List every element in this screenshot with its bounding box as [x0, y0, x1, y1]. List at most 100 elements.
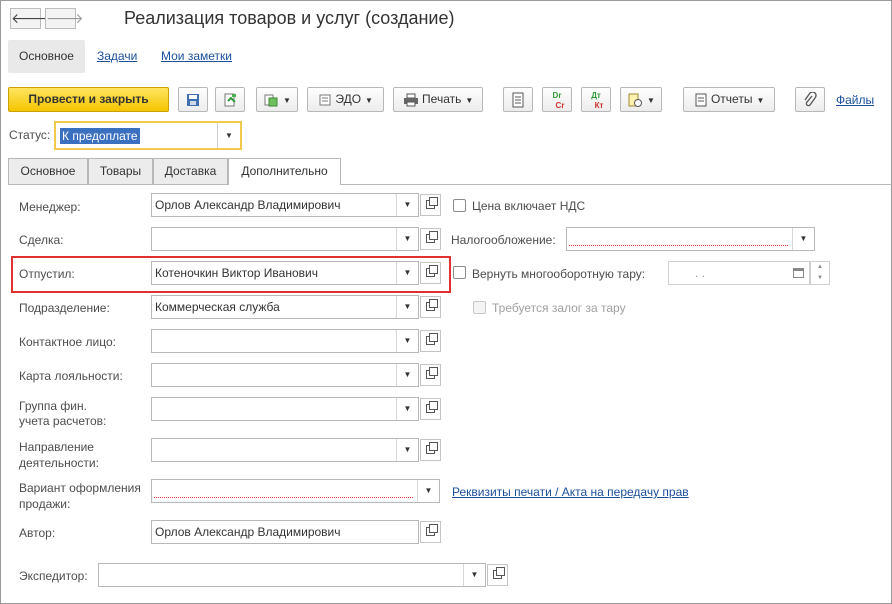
dt-kt-button[interactable]: Дт Кт: [581, 87, 611, 112]
create-based-on-icon: [264, 94, 278, 107]
chevron-down-icon: ▼: [283, 96, 291, 105]
files-link[interactable]: Файлы: [836, 93, 874, 107]
open-window-icon: [426, 299, 438, 311]
save-button[interactable]: [178, 87, 208, 112]
chevron-down-icon[interactable]: ▼: [396, 296, 418, 318]
chevron-down-icon[interactable]: ▼: [396, 194, 418, 216]
edo-menu-button[interactable]: ЭДО ▼: [307, 87, 384, 112]
deal-field[interactable]: ▼: [151, 227, 419, 251]
author-value: Орлов Александр Владимирович: [155, 525, 341, 539]
manager-label: Менеджер:: [19, 200, 81, 214]
open-window-icon: [426, 367, 438, 379]
fin-group-open-button[interactable]: [420, 398, 441, 420]
return-tare-label: Вернуть многооборотную тару:: [472, 267, 646, 281]
date-spinner[interactable]: ▲ ▼: [810, 261, 830, 285]
forwarder-label: Экспедитор:: [19, 569, 88, 583]
released-field[interactable]: Котеночкин Виктор Иванович ▼: [151, 261, 419, 285]
fin-group-field[interactable]: ▼: [151, 397, 419, 421]
spin-down-icon[interactable]: ▼: [811, 273, 829, 284]
author-label: Автор:: [19, 526, 56, 540]
loyalty-label: Карта лояльности:: [19, 369, 123, 383]
price-includes-vat-checkbox[interactable]: [453, 199, 466, 212]
chevron-down-icon[interactable]: ▼: [217, 123, 240, 148]
manager-field[interactable]: Орлов Александр Владимирович ▼: [151, 193, 419, 217]
sale-variant-field[interactable]: ▼: [151, 479, 440, 503]
status-value: К предоплате: [60, 128, 140, 144]
tab-additional[interactable]: Дополнительно: [228, 158, 341, 185]
manager-open-button[interactable]: [420, 194, 441, 216]
section-tab-tasks[interactable]: Задачи: [97, 40, 137, 73]
open-window-icon: [426, 231, 438, 243]
return-tare-checkbox[interactable]: [453, 266, 466, 279]
author-field[interactable]: Орлов Александр Владимирович: [151, 520, 419, 544]
post-and-close-button[interactable]: Провести и закрыть: [8, 87, 169, 112]
fin-group-label-line1: Группа фин.: [19, 399, 87, 413]
calendar-icon[interactable]: [787, 262, 809, 284]
return-date-field[interactable]: . .: [668, 261, 810, 285]
reports-label: Отчеты: [710, 92, 753, 106]
print-menu-button[interactable]: Печать ▼: [393, 87, 483, 112]
attach-button[interactable]: [795, 87, 825, 112]
chevron-down-icon[interactable]: ▼: [396, 364, 418, 386]
deposit-required-checkbox: [473, 301, 486, 314]
post-button[interactable]: [215, 87, 245, 112]
contact-label: Контактное лицо:: [19, 335, 116, 349]
open-window-icon: [426, 401, 438, 413]
floppy-disk-icon: [187, 93, 199, 106]
create-based-on-button[interactable]: ▼: [256, 87, 298, 112]
related-documents-icon: [628, 93, 643, 107]
loyalty-field[interactable]: ▼: [151, 363, 419, 387]
print-details-link[interactable]: Реквизиты печати / Акта на передачу прав: [452, 485, 689, 499]
contact-field[interactable]: ▼: [151, 329, 419, 353]
chevron-down-icon: ▼: [756, 96, 765, 105]
tabs-baseline: [8, 184, 892, 185]
section-tab-main[interactable]: Основное: [8, 40, 85, 73]
open-window-icon: [426, 442, 438, 454]
tab-goods[interactable]: Товары: [88, 158, 153, 184]
back-button[interactable]: 🡐: [10, 8, 49, 29]
chevron-down-icon[interactable]: ▼: [396, 228, 418, 250]
released-label: Отпустил:: [19, 267, 75, 281]
chevron-down-icon[interactable]: ▼: [396, 439, 418, 461]
chevron-down-icon: ▼: [647, 96, 655, 105]
chevron-down-icon[interactable]: ▼: [792, 228, 814, 250]
chevron-down-icon[interactable]: ▼: [417, 480, 439, 502]
chevron-down-icon[interactable]: ▼: [463, 564, 485, 586]
dr-cr-icon: Dr Cr: [552, 91, 565, 110]
arrow-left-icon: 🡐: [11, 10, 49, 26]
division-label: Подразделение:: [19, 301, 110, 315]
deal-label: Сделка:: [19, 233, 64, 247]
division-open-button[interactable]: [420, 296, 441, 318]
section-tab-notes[interactable]: Мои заметки: [161, 40, 232, 73]
status-select[interactable]: К предоплате ▼: [54, 121, 242, 150]
direction-field[interactable]: ▼: [151, 438, 419, 462]
reports-menu-button[interactable]: Отчеты ▼: [683, 87, 775, 112]
loyalty-open-button[interactable]: [420, 364, 441, 386]
forwarder-field[interactable]: ▼: [98, 563, 486, 587]
division-field[interactable]: Коммерческая служба ▼: [151, 295, 419, 319]
author-open-button[interactable]: [420, 521, 441, 543]
chevron-down-icon: ▼: [365, 96, 373, 105]
direction-label-line1: Направление: [19, 440, 94, 454]
chevron-down-icon[interactable]: ▼: [396, 398, 418, 420]
document-journal-button[interactable]: [503, 87, 533, 112]
contact-open-button[interactable]: [420, 330, 441, 352]
tab-delivery[interactable]: Доставка: [153, 158, 228, 184]
forwarder-open-button[interactable]: [487, 564, 508, 586]
deal-open-button[interactable]: [420, 228, 441, 250]
chevron-down-icon[interactable]: ▼: [396, 262, 418, 284]
arrow-right-icon: 🡒: [46, 10, 84, 26]
dr-cr-button[interactable]: Dr Cr: [542, 87, 572, 112]
tab-main[interactable]: Основное: [8, 158, 88, 184]
related-documents-button[interactable]: ▼: [620, 87, 662, 112]
spin-up-icon[interactable]: ▲: [811, 262, 829, 273]
direction-open-button[interactable]: [420, 439, 441, 461]
edo-icon: [319, 94, 331, 106]
deposit-required-label: Требуется залог за тару: [492, 301, 626, 315]
released-open-button[interactable]: [420, 262, 441, 284]
chevron-down-icon[interactable]: ▼: [396, 330, 418, 352]
open-window-icon: [426, 197, 438, 209]
forward-button[interactable]: 🡒: [45, 8, 84, 29]
taxation-field[interactable]: ▼: [566, 227, 815, 251]
manager-value: Орлов Александр Владимирович: [155, 198, 341, 212]
